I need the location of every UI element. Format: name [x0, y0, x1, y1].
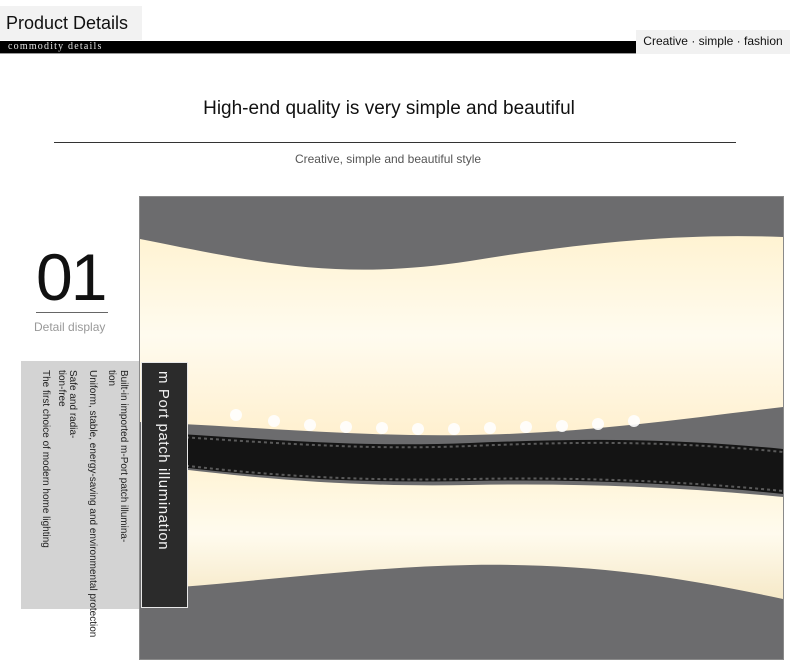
feature-line-4: Safe and radia-	[67, 370, 78, 439]
lamp-illustration	[140, 236, 783, 599]
subline: Creative, simple and beautiful style	[294, 152, 482, 166]
headline: High-end quality is very simple and beau…	[203, 98, 575, 119]
feature-line-1: Built-in imported m-Port patch illumina-	[118, 370, 129, 543]
feature-line-5: tion-free	[56, 370, 67, 407]
tagline: Creative · simple · fashion	[636, 30, 790, 54]
section-number: 01	[36, 240, 107, 314]
headline-divider	[54, 142, 736, 143]
feature-line-2: tion	[106, 370, 117, 387]
section-label: Detail display	[34, 320, 106, 334]
light-band-bottom	[180, 469, 783, 599]
page-title: Product Details	[0, 6, 142, 40]
product-photo	[139, 196, 784, 660]
header-subtitle: commodity details	[8, 41, 117, 53]
feature-line-3: Uniform, stable, energy-saving and envir…	[87, 370, 98, 638]
feature-line-6: The first choice of modern home lighting	[40, 370, 51, 548]
header-divider	[0, 53, 636, 54]
light-band-top	[140, 236, 783, 436]
feature-title: m Port patch illumination	[155, 371, 172, 551]
section-number-divider	[36, 312, 108, 313]
